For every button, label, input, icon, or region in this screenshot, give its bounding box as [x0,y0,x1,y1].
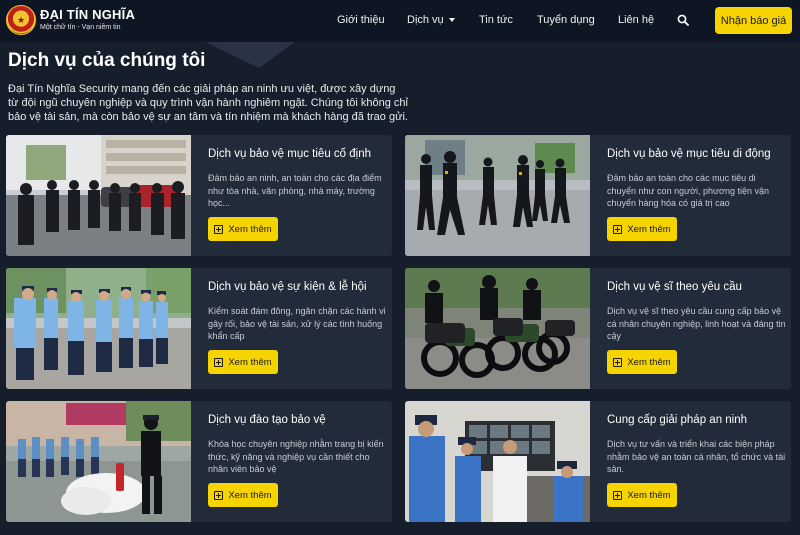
service-image-guard-training[interactable] [6,401,191,522]
nav-item-tin-tuc[interactable]: Tin tức [479,14,513,26]
nav-item-lien-he[interactable]: Liên hệ [618,14,654,26]
service-description: Khóa học chuyên nghiệp nhằm trang bị kiế… [208,439,384,474]
service-card: Dịch vụ vệ sĩ theo yêu cầu Dịch vụ vệ sĩ… [405,268,791,389]
service-description: Đảm bảo an ninh, an toàn cho các địa điể… [208,173,382,208]
plus-square-icon [613,357,623,367]
view-more-button[interactable]: Xem thêm [607,217,677,241]
service-description: Dịch vụ vệ sĩ theo yêu cầu cung cấp bảo … [607,306,786,341]
view-more-label: Xem thêm [228,356,272,368]
view-more-label: Xem thêm [228,489,272,501]
plus-square-icon [214,224,224,234]
search-icon[interactable] [677,14,689,26]
view-more-button[interactable]: Xem thêm [208,217,278,241]
view-more-button[interactable]: Xem thêm [607,483,677,507]
chevron-down-icon [448,18,455,23]
service-title[interactable]: Dịch vụ đào tạo bảo vệ [208,413,388,428]
service-title[interactable]: Dịch vụ bảo vệ sự kiện & lễ hội [208,280,388,295]
nav-item-gioi-thieu[interactable]: Giới thiệu [337,14,385,26]
service-card: Cung cấp giải pháp an ninh Dịch vụ tư vấ… [405,401,791,522]
view-more-label: Xem thêm [228,223,272,235]
view-more-label: Xem thêm [627,356,671,368]
service-title[interactable]: Dịch vụ bảo vệ mục tiêu cố định [208,147,388,162]
plus-square-icon [214,490,224,500]
service-description: Kiểm soát đám đông, ngăn chặn các hành v… [208,306,386,341]
view-more-button[interactable]: Xem thêm [208,350,278,374]
decorative-shape [205,42,295,68]
service-card: Dịch vụ bảo vệ mục tiêu cố định Đảm bảo … [6,135,392,256]
service-title[interactable]: Cung cấp giải pháp an ninh [607,413,787,428]
service-title[interactable]: Dịch vụ vệ sĩ theo yêu cầu [607,280,787,295]
service-image-bodyguards-motorbikes[interactable] [405,268,590,389]
service-image-guards-building[interactable] [6,135,191,256]
logo[interactable]: ★ ĐẠI TÍN NGHĨA Một chữ tín - Vạn niềm t… [6,5,135,35]
plus-square-icon [613,490,623,500]
nav-item-tuyen-dung[interactable]: Tuyển dụng [537,14,595,26]
service-card: Dịch vụ bảo vệ sự kiện & lễ hội Kiểm soá… [6,268,392,389]
get-quote-button[interactable]: Nhận báo giá [715,7,792,34]
service-image-security-control-room[interactable] [405,401,590,522]
section-title: Dịch vụ của chúng tôi [8,50,206,71]
service-description: Dịch vụ tư vấn và triển khai các biện ph… [607,439,786,474]
service-card: Dịch vụ bảo vệ mục tiêu di động Đảm bảo … [405,135,791,256]
service-title[interactable]: Dịch vụ bảo vệ mục tiêu di động [607,147,787,162]
plus-square-icon [613,224,623,234]
logo-tagline: Một chữ tín - Vạn niềm tin [40,24,121,31]
service-card: Dịch vụ đào tạo bảo vệ Khóa học chuyên n… [6,401,392,522]
nav-item-dich-vu-label: Dịch vụ [407,14,444,26]
site-header: ★ ĐẠI TÍN NGHĨA Một chữ tín - Vạn niềm t… [0,0,800,42]
nav-item-dich-vu[interactable]: Dịch vụ [407,14,455,26]
plus-square-icon [214,357,224,367]
service-image-guards-marching[interactable] [405,135,590,256]
view-more-button[interactable]: Xem thêm [208,483,278,507]
view-more-label: Xem thêm [627,489,671,501]
service-description: Đảm bảo an toàn cho các mục tiêu di chuy… [607,173,769,208]
view-more-label: Xem thêm [627,223,671,235]
logo-title: ĐẠI TÍN NGHĨA [40,7,136,22]
section-intro: Đại Tín Nghĩa Security mang đến các giải… [8,83,408,123]
service-image-event-guards[interactable] [6,268,191,389]
view-more-button[interactable]: Xem thêm [607,350,677,374]
logo-emblem-icon: ★ [6,5,36,35]
